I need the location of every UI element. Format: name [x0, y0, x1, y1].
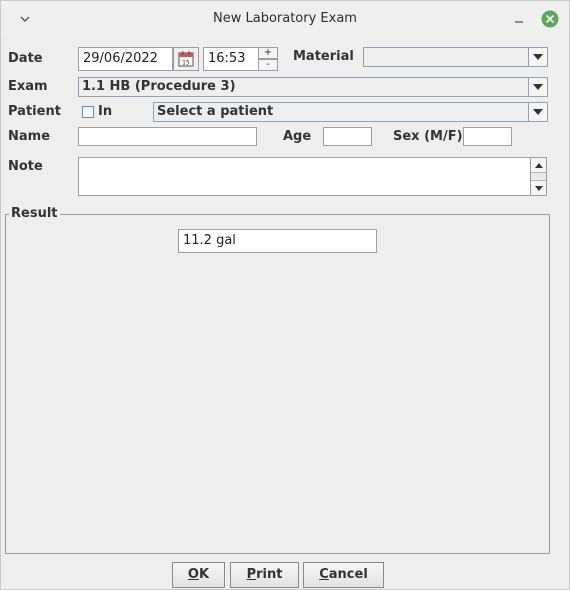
patient-select[interactable]: Select a patient — [153, 102, 548, 122]
ok-mnemonic: O — [187, 567, 199, 582]
result-label: Result — [9, 206, 60, 221]
material-select[interactable] — [363, 47, 548, 67]
result-group — [5, 214, 550, 554]
minimize-icon[interactable] — [509, 9, 529, 29]
material-label: Material — [293, 49, 354, 64]
age-label: Age — [283, 129, 312, 144]
scroll-down-icon[interactable] — [531, 180, 546, 195]
time-increment-button[interactable]: + — [258, 47, 278, 59]
note-label: Note — [8, 159, 43, 174]
in-checkbox[interactable] — [82, 106, 94, 118]
dropdown-arrow-icon[interactable] — [528, 103, 547, 121]
laboratory-exam-window: New Laboratory Exam Date 29/06/2022 15 1… — [0, 0, 570, 590]
cancel-mnemonic: C — [319, 567, 329, 582]
ok-button[interactable]: OK — [172, 562, 225, 588]
exam-label: Exam — [8, 79, 48, 94]
print-label: rint — [256, 567, 283, 582]
scroll-up-icon[interactable] — [531, 158, 546, 173]
date-field[interactable]: 29/06/2022 — [78, 47, 173, 71]
ok-label: K — [198, 567, 210, 582]
print-mnemonic: P — [246, 567, 257, 582]
title-bar: New Laboratory Exam — [1, 1, 569, 37]
sex-label: Sex (M/F) — [393, 129, 463, 144]
calendar-button[interactable]: 15 — [173, 47, 199, 71]
exam-value: 1.1 HB (Procedure 3) — [82, 79, 236, 94]
svg-text:15: 15 — [182, 60, 190, 67]
note-textarea[interactable] — [78, 157, 531, 196]
cancel-label: ancel — [328, 567, 368, 582]
date-label: Date — [8, 51, 43, 66]
name-label: Name — [8, 129, 51, 144]
patient-select-value: Select a patient — [157, 104, 274, 119]
in-label: In — [98, 104, 113, 119]
time-decrement-button[interactable]: - — [258, 59, 278, 71]
sex-field[interactable] — [463, 127, 512, 146]
note-scrollbar[interactable] — [530, 157, 547, 196]
exam-select[interactable]: 1.1 HB (Procedure 3) — [78, 77, 548, 97]
print-button[interactable]: Print — [230, 562, 299, 588]
cancel-button[interactable]: Cancel — [303, 562, 384, 588]
patient-label: Patient — [8, 104, 61, 119]
window-title: New Laboratory Exam — [213, 11, 357, 26]
age-field[interactable] — [323, 127, 372, 146]
result-field[interactable]: 11.2 gal — [178, 229, 377, 253]
time-field[interactable]: 16:53 — [203, 47, 259, 71]
close-icon[interactable] — [540, 9, 560, 29]
name-field[interactable] — [78, 127, 257, 146]
dropdown-arrow-icon[interactable] — [528, 78, 547, 96]
calendar-icon: 15 — [178, 51, 194, 67]
dropdown-arrow-icon[interactable] — [528, 48, 547, 66]
